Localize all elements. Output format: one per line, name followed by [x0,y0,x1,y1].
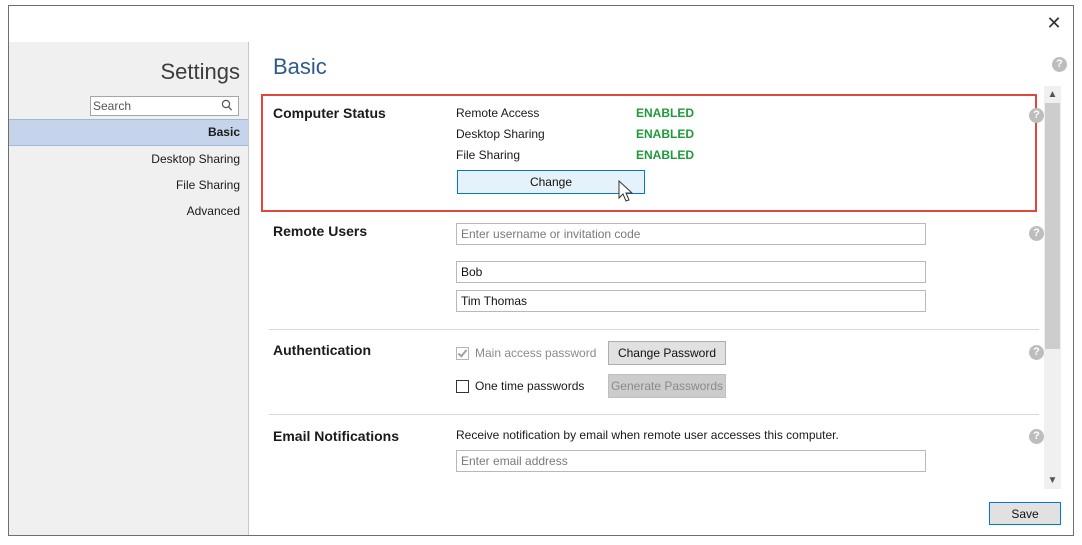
one-time-row: One time passwords [456,379,584,393]
computer-status-label: Computer Status [273,105,386,121]
sidebar-item-advanced[interactable]: Advanced [9,198,248,224]
section-divider [269,414,1039,415]
sidebar-nav: Basic Desktop Sharing File Sharing Advan… [9,119,248,224]
username-input[interactable] [456,223,926,245]
search-box[interactable] [90,96,239,116]
remote-access-label: Remote Access [456,106,540,120]
one-time-checkbox[interactable] [456,379,469,393]
main-password-label: Main access password [475,346,597,360]
generate-passwords-button[interactable]: Generate Passwords [608,374,726,398]
main-password-row: Main access password [456,346,596,360]
one-time-label: One time passwords [475,379,585,393]
desktop-sharing-label: Desktop Sharing [456,127,545,141]
settings-window: ✕ Settings Basic Desktop Sharing File Sh… [8,5,1074,536]
file-sharing-status: ENABLED [636,148,695,162]
main-panel: Basic ? Computer Status Remote Access EN… [248,42,1073,535]
scroll-down-icon[interactable]: ▼ [1044,472,1061,489]
help-icon[interactable]: ? [1029,345,1044,360]
settings-scroll-area[interactable]: Computer Status Remote Access ENABLED De… [249,86,1044,491]
scrollbar[interactable]: ▲ ▼ [1044,86,1061,489]
user-entry-bob[interactable]: Bob [456,261,926,283]
help-icon[interactable]: ? [1029,226,1044,241]
mouse-cursor-icon [618,180,634,202]
main-password-checkbox[interactable] [456,346,469,360]
authentication-label: Authentication [273,342,371,358]
user-entry-tim-thomas[interactable]: Tim Thomas [456,290,926,312]
title-bar: ✕ [9,6,1073,42]
save-button[interactable]: Save [989,502,1061,525]
scroll-up-icon[interactable]: ▲ [1044,86,1061,103]
sidebar-item-basic[interactable]: Basic [9,119,248,146]
help-icon[interactable]: ? [1052,57,1067,72]
change-password-button[interactable]: Change Password [608,341,726,365]
sidebar: Settings Basic Desktop Sharing File Shar… [9,42,248,535]
file-sharing-label: File Sharing [456,148,521,162]
search-input[interactable] [91,97,211,115]
search-icon[interactable] [221,99,233,113]
page-title: Basic [273,54,327,79]
sidebar-item-desktop-sharing[interactable]: Desktop Sharing [9,146,248,172]
sidebar-title: Settings [160,59,241,84]
scroll-thumb[interactable] [1045,103,1060,349]
remote-users-label: Remote Users [273,223,368,239]
email-description: Receive notification by email when remot… [456,428,839,442]
email-notifications-label: Email Notifications [273,428,400,444]
remote-access-status: ENABLED [636,106,695,120]
email-input[interactable] [456,450,926,472]
section-divider [269,329,1039,330]
sidebar-item-file-sharing[interactable]: File Sharing [9,172,248,198]
change-button[interactable]: Change [457,170,645,194]
desktop-sharing-status: ENABLED [636,127,695,141]
close-icon[interactable]: ✕ [1043,12,1065,34]
help-icon[interactable]: ? [1029,429,1044,444]
help-icon[interactable]: ? [1029,108,1044,123]
